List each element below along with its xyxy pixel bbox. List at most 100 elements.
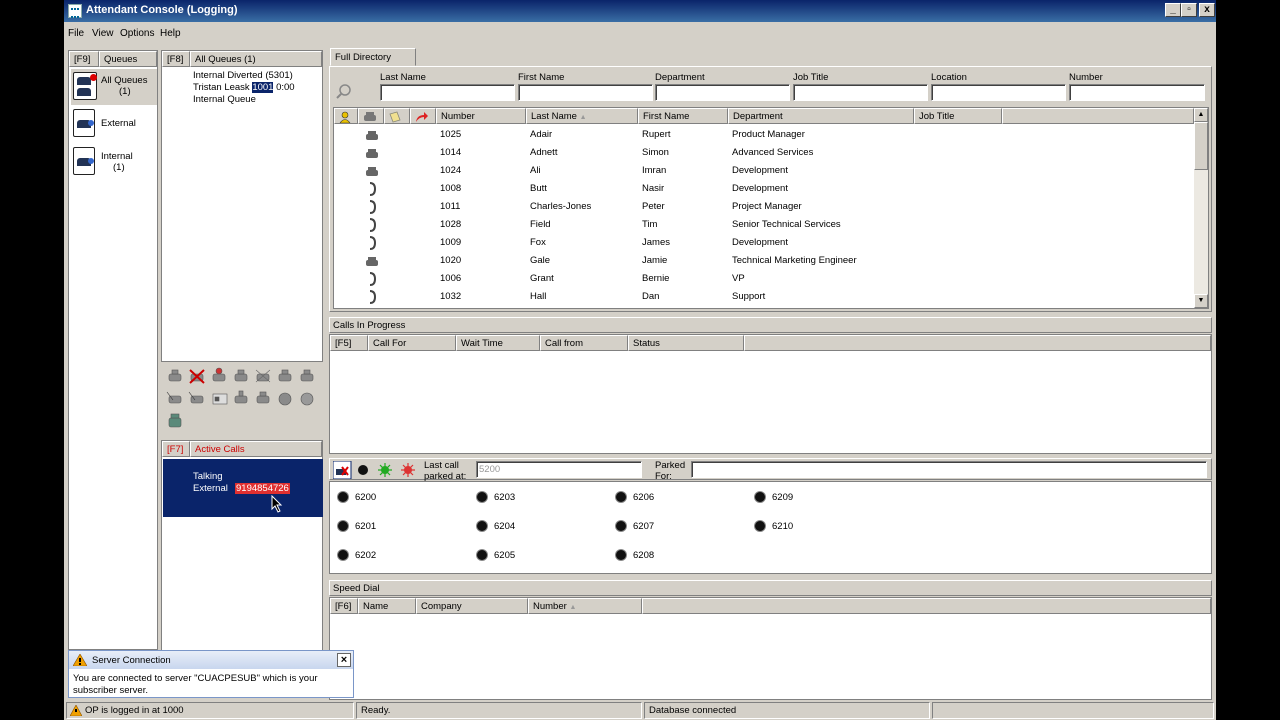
queue-item-internal[interactable]: Internal (1) bbox=[71, 145, 157, 177]
table-row[interactable]: 1028 Field Tim Senior Technical Services bbox=[334, 216, 1194, 234]
restore-button[interactable]: ▫ bbox=[1181, 3, 1197, 17]
tab-full-directory[interactable]: Full Directory bbox=[330, 48, 416, 66]
park-slot[interactable]: 6203 bbox=[477, 491, 567, 507]
park-slot[interactable]: 6205 bbox=[477, 549, 567, 565]
park-active-icon[interactable] bbox=[378, 463, 392, 477]
queue-item-all[interactable]: All Queues (1) bbox=[71, 69, 157, 105]
search-icon[interactable] bbox=[336, 83, 352, 99]
title-bar: Attendant Console (Logging) _ ▫ x bbox=[64, 0, 1216, 22]
table-row[interactable]: 1006 Grant Bernie VP bbox=[334, 270, 1194, 288]
table-row[interactable]: 1020 Gale Jamie Technical Marketing Enginee… bbox=[334, 252, 1194, 270]
internal-queue-count: (1) bbox=[113, 162, 125, 173]
calls-in-progress-table: [F5] Call For Wait Time Call from Status bbox=[329, 334, 1212, 454]
sd-column-name[interactable]: Name bbox=[358, 598, 416, 614]
search-number-input[interactable] bbox=[1069, 84, 1205, 101]
active-calls-header[interactable]: Active Calls bbox=[190, 441, 322, 457]
cip-key: [F5] bbox=[330, 335, 368, 351]
phone-icon bbox=[364, 112, 376, 121]
column-last-name[interactable]: Last Name ▲ bbox=[526, 108, 638, 124]
cip-column-status[interactable]: Status bbox=[628, 335, 744, 351]
search-department-input[interactable] bbox=[655, 84, 790, 101]
record-icon[interactable] bbox=[300, 392, 314, 406]
scroll-thumb[interactable] bbox=[1194, 122, 1208, 170]
scroll-down-button[interactable]: ▼ bbox=[1194, 294, 1208, 308]
column-first-name[interactable]: First Name bbox=[638, 108, 728, 124]
answer-icon[interactable] bbox=[168, 369, 182, 382]
queued-call-item[interactable]: Tristan Leask 1001 0:00 bbox=[193, 82, 295, 93]
contact-card-icon[interactable] bbox=[212, 393, 228, 405]
unpark-icon[interactable] bbox=[333, 461, 352, 479]
queues-panel: [F9] Queues All Queues (1) External Inte… bbox=[68, 50, 158, 650]
table-row[interactable]: 1009 Fox James Development bbox=[334, 234, 1194, 252]
park-slots-panel: 6200 6201 6202 6203 6204 6205 6206 6207 6208 6209… bbox=[329, 481, 1212, 574]
blind-transfer-icon[interactable] bbox=[166, 391, 182, 404]
table-row[interactable]: 1011 Charles-Jones Peter Project Manager bbox=[334, 198, 1194, 216]
hold-icon[interactable] bbox=[212, 367, 226, 382]
park-slot[interactable]: 6200 bbox=[338, 491, 428, 507]
active-call-item[interactable]: Talking External 9194854726 bbox=[163, 459, 323, 517]
park-slot[interactable]: 6204 bbox=[477, 520, 567, 536]
park-slot[interactable]: 6202 bbox=[338, 549, 428, 565]
search-last-name-input[interactable] bbox=[380, 84, 515, 101]
queue-item-external[interactable]: External bbox=[71, 107, 157, 139]
release-icon[interactable] bbox=[189, 369, 205, 384]
park-slot[interactable]: 6210 bbox=[755, 520, 845, 536]
table-row[interactable]: 1025 Adair Rupert Product Manager bbox=[334, 126, 1194, 144]
phone-column[interactable] bbox=[358, 108, 384, 124]
search-first-name-input[interactable] bbox=[518, 84, 653, 101]
forward-column[interactable] bbox=[410, 108, 436, 124]
column-job-title[interactable]: Job Title bbox=[914, 108, 1002, 124]
conference-icon[interactable] bbox=[255, 369, 271, 383]
park-alert-icon[interactable] bbox=[401, 463, 415, 477]
call-state: Talking bbox=[193, 471, 223, 482]
sd-column-company[interactable]: Company bbox=[416, 598, 528, 614]
cip-column-wait-time[interactable]: Wait Time bbox=[456, 335, 540, 351]
status-warning-icon bbox=[70, 705, 82, 716]
table-row[interactable]: 1014 Adnett Simon Advanced Services bbox=[334, 144, 1194, 162]
menu-help[interactable]: Help bbox=[160, 28, 181, 39]
notification-close-button[interactable]: × bbox=[337, 653, 351, 667]
park-slot[interactable]: 6206 bbox=[616, 491, 706, 507]
sd-column-number[interactable]: Number ▲ bbox=[528, 598, 642, 614]
park-slot[interactable]: 6208 bbox=[616, 549, 706, 565]
table-row[interactable]: 1008 Butt Nasir Development bbox=[334, 180, 1194, 198]
internal-diverted-item[interactable]: Internal Diverted (5301) bbox=[193, 70, 293, 81]
internal-queue-item[interactable]: Internal Queue bbox=[193, 94, 256, 105]
all-queues-count: (1) bbox=[119, 86, 131, 97]
redial-icon[interactable] bbox=[278, 392, 292, 406]
close-button[interactable]: x bbox=[1199, 3, 1215, 17]
presence-column[interactable] bbox=[334, 108, 358, 124]
menu-view[interactable]: View bbox=[92, 28, 114, 39]
minimize-button[interactable]: _ bbox=[1165, 3, 1181, 17]
consult-transfer-icon[interactable] bbox=[188, 391, 204, 404]
join-icon[interactable] bbox=[256, 391, 270, 404]
park-slot-icon[interactable] bbox=[358, 465, 368, 475]
status-database: Database connected bbox=[644, 702, 930, 719]
park-slot[interactable]: 6201 bbox=[338, 520, 428, 536]
dial-icon[interactable] bbox=[300, 369, 314, 382]
park-slot[interactable]: 6207 bbox=[616, 520, 706, 536]
cip-column-call-for[interactable]: Call For bbox=[368, 335, 456, 351]
search-location-input[interactable] bbox=[931, 84, 1066, 101]
table-row[interactable]: 1032 Hall Dan Support bbox=[334, 288, 1194, 306]
menu-options[interactable]: Options bbox=[120, 28, 154, 39]
column-department[interactable]: Department bbox=[728, 108, 914, 124]
cip-column-call-from[interactable]: Call from bbox=[540, 335, 628, 351]
search-job-title-input[interactable] bbox=[793, 84, 928, 101]
notes-column[interactable] bbox=[384, 108, 410, 124]
transfer-icon[interactable] bbox=[234, 369, 248, 382]
all-queues-header[interactable]: All Queues (1) bbox=[190, 51, 322, 67]
scroll-up-button[interactable]: ▲ bbox=[1194, 108, 1208, 122]
table-row[interactable]: 1024 Ali Imran Development bbox=[334, 162, 1194, 180]
cell-last-name: Hall bbox=[530, 291, 547, 302]
directory-scrollbar[interactable]: ▲ ▼ bbox=[1194, 108, 1208, 308]
menu-file[interactable]: File bbox=[68, 28, 84, 39]
server-connection-notification: Server Connection × You are connected to… bbox=[68, 650, 354, 698]
park-slot[interactable]: 6209 bbox=[755, 491, 845, 507]
cell-number: 1011 bbox=[440, 201, 461, 212]
queues-header[interactable]: Queues bbox=[99, 51, 157, 67]
park-icon[interactable] bbox=[278, 369, 292, 382]
phone-status-icon[interactable] bbox=[168, 413, 182, 428]
hold-call-icon[interactable] bbox=[234, 390, 248, 404]
column-number[interactable]: Number bbox=[436, 108, 526, 124]
